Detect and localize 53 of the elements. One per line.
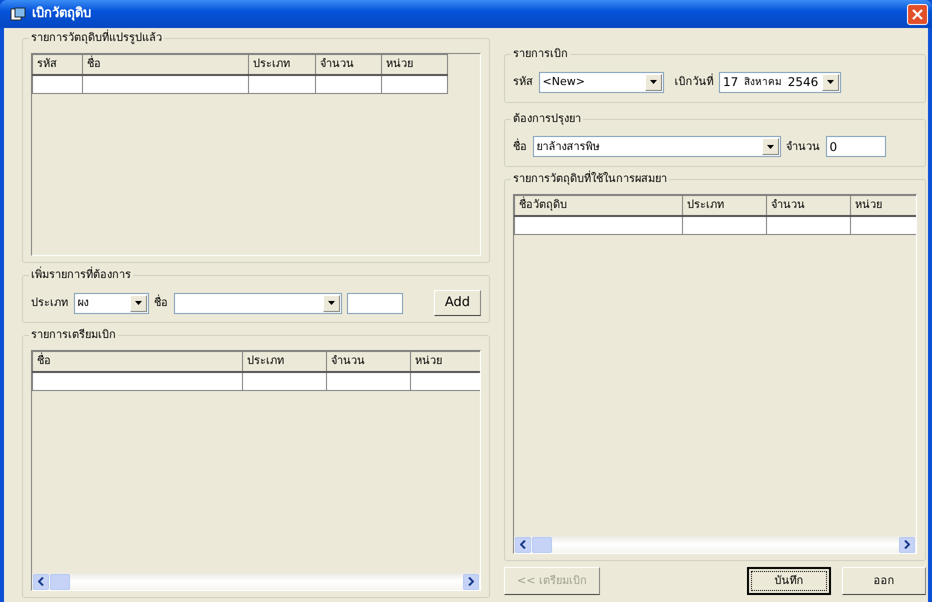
field-label: เบิกวันที่	[674, 74, 714, 90]
scroll-thumb[interactable]	[532, 536, 552, 553]
column-header[interactable]: หน่วย	[850, 196, 916, 216]
column-header[interactable]: หน่วย	[382, 54, 448, 74]
column-header[interactable]: รหัส	[32, 54, 82, 74]
scroll-right-button[interactable]	[463, 574, 479, 590]
quantity-field[interactable]	[347, 292, 403, 314]
field-label: จำนวน	[786, 138, 820, 154]
caret-down-icon	[827, 80, 834, 84]
quantity-field[interactable]: 0	[826, 136, 886, 158]
field-label: ชื่อ	[154, 294, 168, 311]
column-header[interactable]: ประเภท	[248, 54, 316, 74]
window-title: เบิกวัตถุดิบ	[32, 5, 92, 24]
action-button[interactable]: ออก	[842, 567, 926, 596]
caret-down-icon	[328, 301, 334, 305]
column-header[interactable]: จำนวน	[766, 196, 850, 216]
caret-down-icon	[134, 301, 142, 305]
caret-down-icon	[766, 144, 774, 149]
column-header[interactable]: ประเภท	[242, 352, 326, 372]
scroll-left-button[interactable]	[33, 574, 49, 590]
field-label: รหัส	[513, 74, 533, 90]
group-title: ต้องการปรุงยา	[511, 112, 583, 126]
field-label: ชื่อ	[513, 138, 527, 154]
column-header[interactable]: จำนวน	[326, 352, 410, 372]
column-header[interactable]: ชื่อวัตถุดิบ	[514, 196, 682, 216]
scroll-thumb[interactable]	[50, 574, 70, 590]
group-title: รายการวัตถุดิบที่ใช้ในการผสมยา	[511, 172, 669, 186]
window-icon	[10, 7, 26, 21]
column-header[interactable]: จำนวน	[316, 54, 382, 74]
column-header[interactable]: ชื่อ	[82, 54, 248, 74]
close-button[interactable]	[907, 4, 928, 24]
column-header[interactable]: ชื่อ	[32, 352, 242, 372]
name-dropdown[interactable]: ยาล้างสารพิษ	[532, 136, 780, 158]
chevron-right-icon	[468, 577, 474, 586]
chevron-left-icon	[38, 577, 44, 586]
horizontal-scrollbar[interactable]	[514, 536, 916, 554]
add-button[interactable]: Add	[434, 290, 481, 316]
caret-down-icon	[650, 80, 656, 84]
code-dropdown[interactable]: <New>	[538, 72, 664, 93]
scroll-left-button[interactable]	[515, 536, 531, 553]
field-label: ประเภท	[31, 294, 68, 311]
column-header[interactable]: หน่วย	[410, 352, 480, 372]
chevron-right-icon	[904, 540, 910, 550]
name-dropdown[interactable]	[174, 292, 342, 314]
date-picker[interactable]: 17 สิงหาคม 2546	[719, 72, 841, 93]
scroll-right-button[interactable]	[899, 536, 915, 553]
type-dropdown[interactable]: ผง	[74, 292, 148, 314]
column-header[interactable]: ประเภท	[682, 196, 766, 216]
close-icon	[912, 8, 923, 20]
horizontal-scrollbar[interactable]	[32, 573, 480, 590]
chevron-left-icon	[520, 540, 526, 550]
group-title: รายการวัตถุดิบที่แปรรูปแล้ว	[29, 31, 164, 45]
action-button[interactable]: บันทึก	[747, 567, 831, 596]
